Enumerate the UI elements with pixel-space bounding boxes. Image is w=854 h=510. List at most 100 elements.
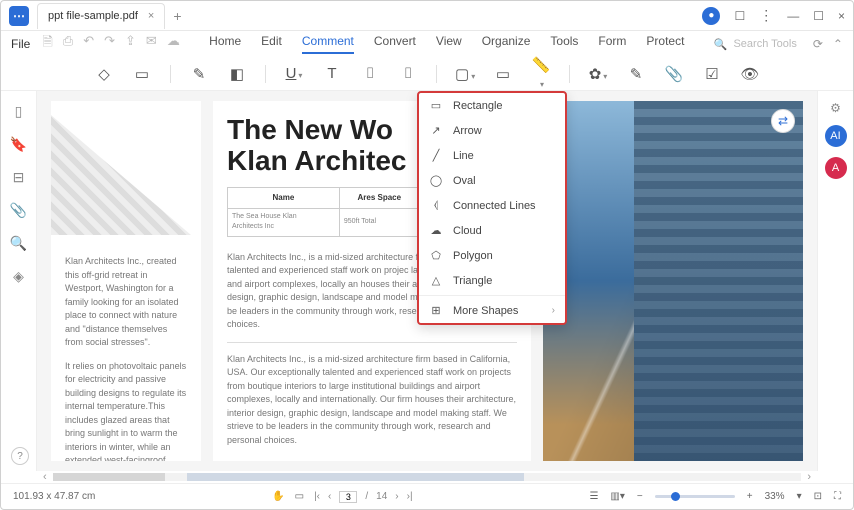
- maximize-icon[interactable]: ☐: [813, 9, 824, 23]
- document-tab[interactable]: ppt file-sample.pdf ×: [37, 3, 165, 29]
- more-shapes-icon: ⊞: [429, 304, 443, 317]
- more-menu-icon[interactable]: ⋮: [759, 7, 773, 24]
- tab-convert[interactable]: Convert: [374, 34, 416, 54]
- measure-tool-icon[interactable]: 📏: [531, 56, 551, 91]
- body-text: It relies on photovoltaic panels for ele…: [65, 360, 187, 462]
- translate-icon[interactable]: A: [825, 157, 847, 179]
- settings-icon[interactable]: ⚙: [830, 101, 841, 115]
- textbox-right-icon[interactable]: ⌷: [398, 65, 418, 82]
- sign-tool-icon[interactable]: ✎: [626, 65, 646, 83]
- tab-form[interactable]: Form: [598, 34, 626, 54]
- close-window-icon[interactable]: ×: [838, 9, 845, 23]
- tab-home[interactable]: Home: [209, 34, 241, 54]
- shape-option-polygon[interactable]: ⬠ Polygon: [419, 243, 565, 268]
- layers-icon[interactable]: ◈: [13, 268, 24, 285]
- form-tool-icon[interactable]: ☑: [702, 65, 722, 83]
- ai-assistant-icon[interactable]: AI: [825, 125, 847, 147]
- attachment-tool-icon[interactable]: 📎: [664, 65, 684, 83]
- undo-icon[interactable]: ↶: [83, 33, 94, 55]
- note-tool-icon[interactable]: ▭: [132, 65, 152, 83]
- zoom-in-icon[interactable]: +: [747, 491, 753, 502]
- page-number-input[interactable]: [339, 491, 357, 503]
- search-placeholder[interactable]: Search Tools: [733, 38, 796, 50]
- zoom-dropdown-icon[interactable]: ▾: [797, 491, 802, 502]
- first-page-icon[interactable]: |‹: [314, 491, 320, 502]
- tab-tools[interactable]: Tools: [550, 34, 578, 54]
- zoom-level[interactable]: 33%: [765, 491, 785, 502]
- feedback-icon[interactable]: ☐: [734, 9, 745, 23]
- page-sep: /: [365, 491, 368, 502]
- callout-tool-icon[interactable]: ▭: [493, 65, 513, 83]
- tab-comment[interactable]: Comment: [302, 34, 354, 54]
- print-icon[interactable]: ⎙: [63, 33, 73, 55]
- attachments-panel-icon[interactable]: 📎: [10, 202, 27, 219]
- stamp-tool-icon[interactable]: ✿: [588, 65, 608, 83]
- document-page-1: Klan Architects Inc., created this off-g…: [51, 101, 201, 461]
- app-logo-icon: ⋯: [9, 6, 29, 26]
- layout-mode-icon[interactable]: ▥▾: [610, 491, 624, 502]
- hand-tool-icon[interactable]: ✋: [272, 491, 284, 502]
- next-page-icon[interactable]: ›: [395, 491, 398, 502]
- prev-page-icon[interactable]: ‹: [328, 491, 331, 502]
- save-icon[interactable]: 🗎: [42, 33, 52, 55]
- read-mode-icon[interactable]: ☰: [589, 491, 598, 502]
- eraser-tool-icon[interactable]: ◧: [227, 65, 247, 83]
- arrow-icon: ↗: [429, 124, 443, 137]
- highlight-tool-icon[interactable]: ◇: [94, 65, 114, 83]
- shape-option-connected[interactable]: ⦉ Connected Lines: [419, 193, 565, 218]
- table-header: Ares Space: [339, 187, 419, 208]
- shape-option-oval[interactable]: ◯ Oval: [419, 168, 565, 193]
- tab-view[interactable]: View: [436, 34, 462, 54]
- body-text: Klan Architects Inc., created this off-g…: [65, 255, 187, 350]
- redo-icon[interactable]: ↷: [104, 33, 115, 55]
- text-tool-icon[interactable]: T: [322, 65, 342, 82]
- tab-edit[interactable]: Edit: [261, 34, 282, 54]
- page-total: 14: [376, 491, 387, 502]
- scroll-right-icon[interactable]: ›: [801, 471, 817, 483]
- select-tool-icon[interactable]: ▭: [295, 491, 304, 502]
- fullscreen-icon[interactable]: ⛶: [834, 491, 841, 502]
- mail-icon[interactable]: ✉: [146, 33, 157, 55]
- tab-protect[interactable]: Protect: [646, 34, 684, 54]
- collapse-ribbon-icon[interactable]: ⌃: [833, 37, 843, 51]
- shape-tool-icon[interactable]: ▢: [455, 65, 475, 83]
- hide-annotations-icon[interactable]: 👁: [740, 65, 760, 83]
- underline-tool-icon[interactable]: U: [284, 65, 304, 82]
- convert-fab-icon[interactable]: ⇄: [771, 109, 795, 133]
- add-tab-button[interactable]: +: [173, 8, 181, 24]
- comments-panel-icon[interactable]: ⊟: [13, 169, 25, 186]
- cloud-sync-icon[interactable]: ⟳: [813, 37, 823, 51]
- shape-option-triangle[interactable]: △ Triangle: [419, 268, 565, 293]
- search-panel-icon[interactable]: 🔍: [10, 235, 27, 252]
- close-tab-icon[interactable]: ×: [148, 10, 154, 22]
- tab-organize[interactable]: Organize: [482, 34, 531, 54]
- minimize-icon[interactable]: —: [787, 9, 799, 23]
- pencil-tool-icon[interactable]: ✎: [189, 65, 209, 83]
- zoom-slider[interactable]: [655, 495, 735, 498]
- body-text: Klan Architects Inc., is a mid-sized arc…: [227, 353, 517, 448]
- dimensions-readout: 101.93 x 47.87 cm: [13, 491, 95, 502]
- user-avatar-icon[interactable]: ●: [702, 7, 720, 25]
- share-icon[interactable]: ⇪: [125, 33, 136, 55]
- shape-option-more[interactable]: ⊞ More Shapes ›: [419, 298, 565, 323]
- shape-option-rectangle[interactable]: ▭ Rectangle: [419, 93, 565, 118]
- shape-option-cloud[interactable]: ☁ Cloud: [419, 218, 565, 243]
- zoom-out-icon[interactable]: −: [637, 491, 643, 502]
- shape-option-arrow[interactable]: ↗ Arrow: [419, 118, 565, 143]
- textbox-left-icon[interactable]: ⌷: [360, 65, 380, 82]
- horizontal-scrollbar[interactable]: [53, 473, 802, 481]
- bookmarks-icon[interactable]: 🔖: [10, 136, 27, 153]
- shape-option-line[interactable]: ╱ Line: [419, 143, 565, 168]
- triangle-icon: △: [429, 274, 443, 287]
- help-icon[interactable]: ?: [11, 447, 29, 465]
- thumbnails-icon[interactable]: ▯: [15, 103, 23, 120]
- search-icon[interactable]: 🔍: [714, 38, 728, 51]
- chevron-right-icon: ›: [552, 305, 555, 316]
- document-page-3: ⇄: [543, 101, 803, 461]
- last-page-icon[interactable]: ›|: [407, 491, 413, 502]
- scroll-left-icon[interactable]: ‹: [37, 471, 53, 483]
- line-icon: ╱: [429, 149, 443, 162]
- cloud-icon[interactable]: ☁: [167, 33, 180, 55]
- fit-page-icon[interactable]: ⊡: [814, 491, 822, 502]
- file-menu[interactable]: File: [11, 37, 30, 51]
